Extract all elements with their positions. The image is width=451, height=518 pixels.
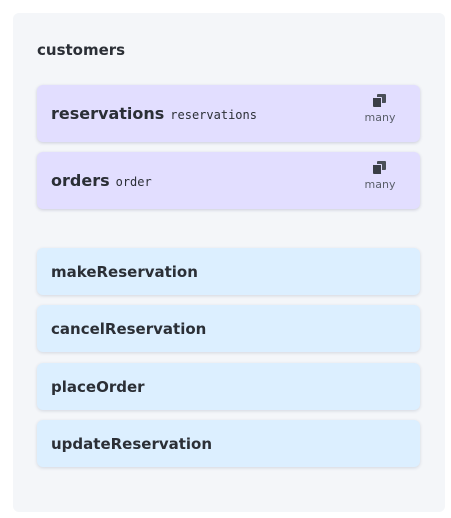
entity-panel: customers reservations reservations many…	[13, 13, 445, 512]
method-cancel-reservation[interactable]: cancelReservation	[37, 305, 420, 352]
method-make-reservation[interactable]: makeReservation	[37, 248, 420, 295]
method-update-reservation[interactable]: updateReservation	[37, 420, 420, 467]
relation-target: reservations	[170, 107, 257, 122]
relation-cardinality: many	[360, 94, 400, 124]
entity-title: customers	[37, 41, 126, 59]
cardinality-label: many	[364, 111, 396, 124]
relation-reservations[interactable]: reservations reservations many	[37, 85, 420, 142]
method-label: placeOrder	[51, 377, 145, 396]
copy-icon	[373, 94, 387, 107]
method-label: cancelReservation	[51, 319, 207, 338]
relation-orders[interactable]: orders order many	[37, 152, 420, 209]
copy-icon	[373, 161, 387, 174]
cardinality-label: many	[364, 178, 396, 191]
method-place-order[interactable]: placeOrder	[37, 363, 420, 410]
relation-name-group: orders order	[51, 152, 152, 209]
relation-cardinality: many	[360, 161, 400, 191]
relation-name-group: reservations reservations	[51, 85, 257, 142]
relation-label: reservations	[51, 104, 165, 123]
relation-label: orders	[51, 171, 110, 190]
relation-target: order	[115, 174, 152, 189]
method-label: makeReservation	[51, 262, 198, 281]
method-label: updateReservation	[51, 434, 213, 453]
